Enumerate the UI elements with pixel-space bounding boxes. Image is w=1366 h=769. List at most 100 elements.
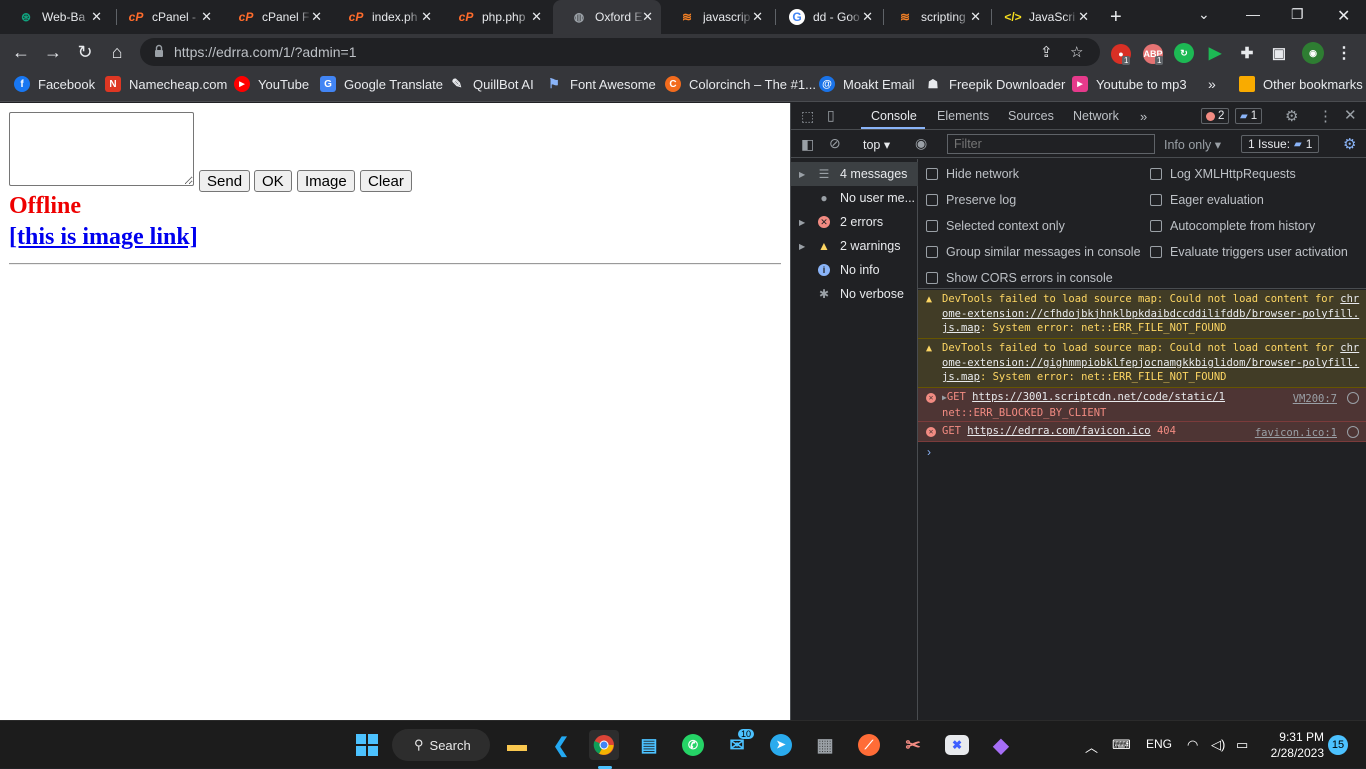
error-count-badge[interactable]: 2 bbox=[1201, 108, 1230, 124]
bookmark-google-translate[interactable]: G Google Translate bbox=[320, 76, 443, 92]
sidebar-item-messages[interactable]: ▶ ☰ 4 messages bbox=[791, 162, 918, 186]
devtools-menu-kebab-icon[interactable]: ⋮ bbox=[1318, 107, 1333, 125]
language-indicator[interactable]: ENG bbox=[1146, 737, 1172, 751]
tab-8[interactable]: G dd - Goo ✕ bbox=[771, 0, 881, 34]
show-cors-checkbox[interactable]: Show CORS errors in console bbox=[926, 271, 1113, 285]
phone-link-icon[interactable]: ▦ bbox=[810, 730, 840, 760]
tab-6-active[interactable]: ◍ Oxford E ✕ bbox=[553, 0, 661, 34]
tab-1[interactable]: ⊛ Web-Ba ✕ bbox=[0, 0, 110, 34]
bookmark-quillbot[interactable]: ✎ QuillBot AI bbox=[449, 76, 534, 92]
log-link[interactable]: https://3001.scriptcdn.net/code/static/1 bbox=[972, 391, 1225, 403]
console-error-2[interactable]: ✕ GET https://edrra.com/favicon.ico 404 … bbox=[918, 422, 1366, 442]
console-settings-gear-icon[interactable]: ⚙ bbox=[1343, 135, 1356, 153]
extensions-puzzle-icon[interactable]: ✚ bbox=[1237, 43, 1257, 63]
log-level-dropdown[interactable]: Info only ▾ bbox=[1164, 137, 1221, 152]
visual-studio-icon[interactable]: ◆ bbox=[986, 730, 1016, 760]
notification-count-badge[interactable]: 15 bbox=[1328, 735, 1348, 755]
bookmark-colorcinch[interactable]: C Colorcinch – The #1... bbox=[665, 76, 816, 92]
nordpass-icon[interactable]: ✖ bbox=[942, 730, 972, 760]
message-textarea[interactable] bbox=[9, 112, 194, 186]
close-icon[interactable]: ✕ bbox=[862, 9, 873, 25]
system-clock[interactable]: 9:31 PM 2/28/2023 bbox=[1262, 729, 1324, 761]
volume-icon[interactable]: ◁) bbox=[1211, 737, 1225, 753]
bookmarks-overflow-chevron-icon[interactable]: » bbox=[1208, 76, 1216, 92]
profile-avatar[interactable]: ◉ bbox=[1302, 42, 1324, 64]
side-panel-icon[interactable]: ▣ bbox=[1269, 43, 1289, 63]
tab-3[interactable]: cP cPanel F ✕ bbox=[220, 0, 330, 34]
device-toolbar-icon[interactable]: ▯ bbox=[827, 107, 835, 124]
share-icon[interactable]: ⇪ bbox=[1040, 43, 1053, 61]
battery-icon[interactable]: ▭ bbox=[1236, 737, 1248, 753]
tab-network[interactable]: Network bbox=[1073, 109, 1119, 123]
context-selector[interactable]: top ▾ bbox=[863, 137, 890, 152]
tab-4[interactable]: cP index.ph ✕ bbox=[330, 0, 440, 34]
log-link[interactable]: https://edrra.com/favicon.ico bbox=[967, 425, 1150, 437]
play-extension-icon[interactable]: ▶ bbox=[1205, 43, 1225, 63]
log-xhr-checkbox[interactable]: Log XMLHttpRequests bbox=[1150, 167, 1296, 181]
close-icon[interactable]: ✕ bbox=[752, 9, 763, 25]
close-icon[interactable]: ✕ bbox=[421, 9, 432, 25]
console-error-1[interactable]: ✕ ▶GET https://3001.scriptcdn.net/code/s… bbox=[918, 388, 1366, 422]
console-filter-input[interactable] bbox=[947, 134, 1155, 154]
bookmark-youtube-mp3[interactable]: ▶ Youtube to mp3 bbox=[1072, 76, 1187, 92]
inspect-element-icon[interactable]: ⬚ bbox=[801, 108, 814, 125]
url-text[interactable]: https://edrra.com/1/?admin=1 bbox=[174, 44, 357, 60]
evaluate-triggers-checkbox[interactable]: Evaluate triggers user activation bbox=[1150, 245, 1348, 259]
clear-console-icon[interactable]: ⊘ bbox=[829, 135, 841, 152]
network-request-icon[interactable] bbox=[1347, 426, 1359, 438]
preserve-log-checkbox[interactable]: Preserve log bbox=[926, 193, 1016, 207]
sidebar-item-user-messages[interactable]: ● No user me... bbox=[791, 186, 918, 210]
source-link[interactable]: VM200:7 bbox=[1293, 392, 1337, 407]
eager-evaluation-checkbox[interactable]: Eager evaluation bbox=[1150, 193, 1264, 207]
more-tabs-chevron-icon[interactable]: » bbox=[1140, 109, 1147, 124]
windows-start-icon[interactable] bbox=[352, 730, 382, 760]
notepad-icon[interactable]: ▤ bbox=[634, 730, 664, 760]
tab-console[interactable]: Console bbox=[871, 109, 917, 123]
sidebar-item-errors[interactable]: ▶ ✕ 2 errors bbox=[791, 210, 918, 234]
console-warning-2[interactable]: ▲ DevTools failed to load source map: Co… bbox=[918, 339, 1366, 388]
image-link[interactable]: [this is image link] bbox=[9, 224, 198, 251]
hide-network-checkbox[interactable]: Hide network bbox=[926, 167, 1019, 181]
reload-icon[interactable]: ↻ bbox=[74, 41, 96, 63]
bookmark-font-awesome[interactable]: ⚑ Font Awesome bbox=[546, 76, 656, 92]
source-link[interactable]: favicon.ico:1 bbox=[1255, 426, 1337, 441]
clear-button[interactable]: Clear bbox=[360, 170, 412, 192]
grammar-extension-icon[interactable]: ↻ bbox=[1174, 43, 1194, 63]
console-warning-1[interactable]: ▲ DevTools failed to load source map: Co… bbox=[918, 290, 1366, 339]
sidebar-item-verbose[interactable]: ✱ No verbose bbox=[791, 282, 918, 306]
new-tab-button[interactable]: + bbox=[1110, 6, 1122, 29]
close-icon[interactable]: ✕ bbox=[311, 9, 322, 25]
tab-search-icon[interactable]: ⌄ bbox=[1198, 6, 1210, 23]
info-count-badge[interactable]: ▰ 1 bbox=[1235, 108, 1263, 124]
sidebar-item-warnings[interactable]: ▶ ▲ 2 warnings bbox=[791, 234, 918, 258]
minimize-icon[interactable]: — bbox=[1246, 6, 1260, 22]
sidebar-item-info[interactable]: i No info bbox=[791, 258, 918, 282]
taskbar-search[interactable]: ⚲ Search bbox=[392, 729, 490, 761]
tab-sources[interactable]: Sources bbox=[1008, 109, 1054, 123]
ok-button[interactable]: OK bbox=[254, 170, 292, 192]
other-bookmarks-folder[interactable]: Other bookmarks bbox=[1239, 76, 1363, 92]
tab-10[interactable]: </> JavaScri ✕ bbox=[987, 0, 1097, 34]
forward-arrow-icon[interactable]: → bbox=[42, 41, 64, 63]
issues-button[interactable]: 1 Issue: ▰ 1 bbox=[1241, 135, 1320, 153]
home-icon[interactable]: ⌂ bbox=[106, 41, 128, 63]
telegram-icon[interactable]: ➤ bbox=[766, 730, 796, 760]
snipping-tool-icon[interactable]: ✂ bbox=[898, 730, 928, 760]
close-icon[interactable]: ✕ bbox=[201, 9, 212, 25]
tab-9[interactable]: ≋ scripting ✕ bbox=[879, 0, 989, 34]
bookmark-namecheap[interactable]: N Namecheap.com bbox=[105, 76, 227, 92]
group-similar-checkbox[interactable]: Group similar messages in console bbox=[926, 245, 1141, 259]
selected-context-checkbox[interactable]: Selected context only bbox=[926, 219, 1065, 233]
restore-icon[interactable]: ❐ bbox=[1291, 6, 1304, 23]
autocomplete-history-checkbox[interactable]: Autocomplete from history bbox=[1150, 219, 1315, 233]
network-request-icon[interactable] bbox=[1347, 392, 1359, 404]
close-icon[interactable]: ✕ bbox=[91, 9, 102, 25]
tab-elements[interactable]: Elements bbox=[937, 109, 989, 123]
bookmark-youtube[interactable]: ▶ YouTube bbox=[234, 76, 309, 92]
bookmark-star-icon[interactable]: ☆ bbox=[1070, 43, 1083, 61]
chrome-icon[interactable] bbox=[589, 730, 619, 760]
send-button[interactable]: Send bbox=[199, 170, 251, 192]
settings-gear-icon[interactable]: ⚙ bbox=[1285, 107, 1298, 125]
bookmark-moakt-email[interactable]: @ Moakt Email bbox=[819, 76, 915, 92]
bookmark-facebook[interactable]: f Facebook bbox=[14, 76, 95, 92]
